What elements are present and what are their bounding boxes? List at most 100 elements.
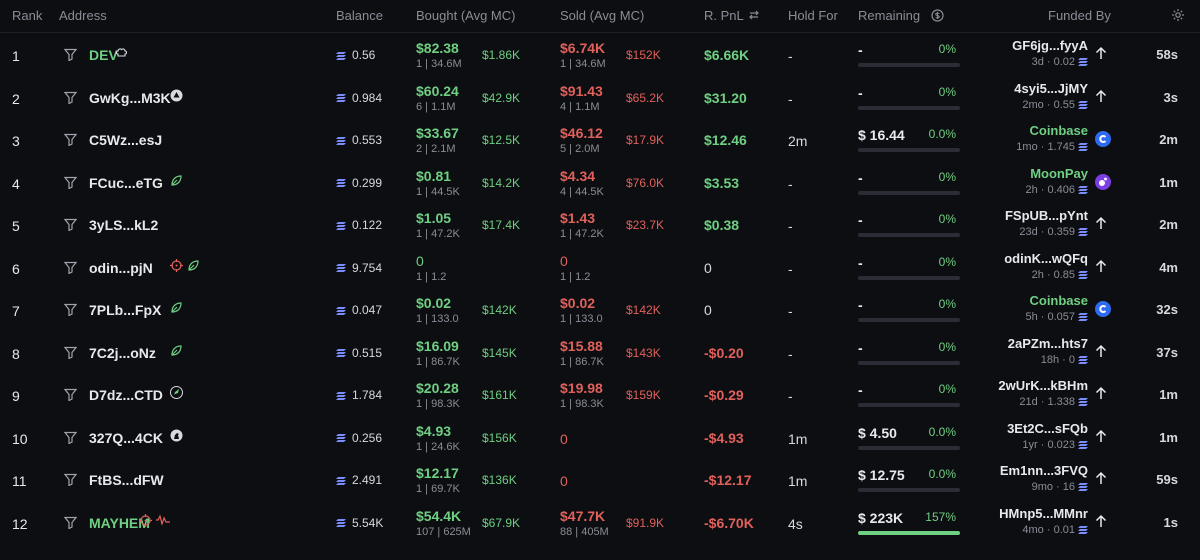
sold-amount: $19.98 xyxy=(560,380,603,396)
funded-by-source[interactable]: Em1nn...3FVQ xyxy=(1000,463,1088,478)
arrow-up-icon[interactable] xyxy=(1095,386,1111,402)
filter-icon[interactable] xyxy=(64,473,78,487)
remaining-percent: 0% xyxy=(938,84,956,99)
funded-by-source[interactable]: MoonPay xyxy=(1030,166,1088,181)
funded-by-source[interactable]: 4syi5...JjMY xyxy=(1014,81,1088,96)
table-row[interactable]: 3 C5Wz...esJ 0.553 $33.67 2 | 2.1M $12.5K $46.… xyxy=(0,119,1200,161)
header-sold[interactable]: Sold (Avg MC) xyxy=(560,8,644,23)
sold-avg-mc: $76.0K xyxy=(626,175,665,190)
balance: 9.754 xyxy=(336,261,382,275)
address-tags xyxy=(138,513,170,527)
table-row[interactable]: 5 3yLS...kL2 0.122 $1.05 1 | 47.2K $17.4K $1.4… xyxy=(0,204,1200,246)
arrow-up-icon[interactable] xyxy=(1095,46,1111,62)
arrow-up-icon[interactable] xyxy=(1095,89,1111,105)
header-rpnl[interactable]: R. PnL xyxy=(704,8,744,23)
solana-icon xyxy=(1078,56,1088,68)
wallet-address-link[interactable]: 327Q...4CK xyxy=(89,430,163,446)
filter-icon[interactable] xyxy=(64,303,78,317)
arrow-up-icon[interactable] xyxy=(1095,344,1111,360)
wallet-address-link[interactable]: 3yLS...kL2 xyxy=(89,217,158,233)
filter-icon[interactable] xyxy=(64,388,78,402)
coinbase-icon[interactable] xyxy=(1095,301,1111,317)
filter-icon[interactable] xyxy=(64,91,78,105)
realized-pnl: -$0.29 xyxy=(704,387,744,403)
filter-icon[interactable] xyxy=(64,261,78,275)
arrow-up-icon[interactable] xyxy=(1095,514,1111,530)
swap-arrows-icon[interactable] xyxy=(748,9,760,21)
filter-icon[interactable] xyxy=(64,133,78,147)
arrow-up-icon[interactable] xyxy=(1095,259,1111,275)
wallet-address-link[interactable]: FCuc...eTG xyxy=(89,175,163,191)
header-address[interactable]: Address xyxy=(59,8,107,23)
header-balance[interactable]: Balance xyxy=(336,8,383,23)
table-row[interactable]: 4 FCuc...eTG 0.299 $0.81 1 | 44.5K $14.2K $4.3… xyxy=(0,162,1200,204)
leaf-icon xyxy=(187,259,200,272)
table-row[interactable]: 12 MAYHEM 5.54K $54.4K 107 | 625M $67.9K $47.7… xyxy=(0,502,1200,544)
header-funded-by[interactable]: Funded By xyxy=(1048,8,1111,23)
table-row[interactable]: 2 GwKg...M3K 0.984 $60.24 6 | 1.1M $42.9K $91.… xyxy=(0,77,1200,119)
dollar-toggle-icon[interactable] xyxy=(931,9,944,22)
sold-txns: 1 | 1.2 xyxy=(560,270,591,283)
header-bought[interactable]: Bought (Avg MC) xyxy=(416,8,515,23)
filter-icon[interactable] xyxy=(64,516,78,530)
funded-by-source[interactable]: odinK...wQFq xyxy=(1004,251,1088,266)
funded-by-source[interactable]: Coinbase xyxy=(1029,123,1088,138)
address-tags xyxy=(170,386,183,399)
funded-by-source[interactable]: GF6jg...fyyA xyxy=(1012,38,1088,53)
header-hold-for[interactable]: Hold For xyxy=(788,8,838,23)
funded-by-source[interactable]: 3Et2C...sFQb xyxy=(1007,421,1088,436)
table-row[interactable]: 1 DEV 0.56 $82.38 1 | 34.6M $1.86K $6.74K 1 | 3… xyxy=(0,34,1200,76)
sold-txns: 88 | 405M xyxy=(560,525,609,538)
funded-by-source[interactable]: HMnp5...MMnr xyxy=(999,506,1088,521)
filter-icon[interactable] xyxy=(64,218,78,232)
sold-avg-mc: $65.2K xyxy=(626,90,665,105)
remaining-value: - xyxy=(858,382,863,398)
moonpay-icon[interactable] xyxy=(1095,173,1111,190)
funded-by-source[interactable]: FSpUB...pYnt xyxy=(1005,208,1088,223)
settings-gear-icon[interactable] xyxy=(1171,8,1185,22)
bought-amount: $12.17 xyxy=(416,465,459,481)
header-remaining[interactable]: Remaining xyxy=(858,8,920,23)
wallet-address-link[interactable]: odin...pjN xyxy=(89,260,153,276)
realized-pnl: -$0.20 xyxy=(704,344,744,361)
rank-value: 9 xyxy=(12,388,20,404)
realized-pnl: -$12.17 xyxy=(704,472,752,488)
realized-pnl: $6.66K xyxy=(704,47,750,63)
funded-by-source[interactable]: Coinbase xyxy=(1029,293,1088,308)
wallet-address-link[interactable]: GwKg...M3K xyxy=(89,90,171,106)
table-row[interactable]: 9 D7dz...CTD 1.784 $20.28 1 | 98.3K $161K $19.… xyxy=(0,374,1200,416)
balance-value: 9.754 xyxy=(352,260,383,275)
hold-duration: - xyxy=(788,260,793,277)
wallet-address-link[interactable]: FtBS...dFW xyxy=(89,472,164,488)
remaining-percent: 0% xyxy=(938,42,956,56)
table-row[interactable]: 7 7PLb...FpX 0.047 $0.02 1 | 133.0 $142K $0.02… xyxy=(0,289,1200,331)
funded-by-source[interactable]: 2aPZm...hts7 xyxy=(1008,336,1088,351)
wallet-address-link[interactable]: 7C2j...oNz xyxy=(89,345,156,361)
filter-icon[interactable] xyxy=(64,48,78,62)
solana-icon xyxy=(336,218,346,232)
table-row[interactable]: 10 327Q...4CK 0.256 $4.93 1 | 24.6K $156K 0 -$4… xyxy=(0,417,1200,459)
realized-pnl: $31.20 xyxy=(704,89,747,106)
arrow-up-icon[interactable] xyxy=(1095,471,1111,487)
filter-icon[interactable] xyxy=(64,346,78,360)
funded-by-details: 2h · 0.85 xyxy=(1032,269,1088,281)
wallet-address-link[interactable]: 7PLb...FpX xyxy=(89,302,161,318)
header-rank[interactable]: Rank xyxy=(12,8,42,23)
table-row[interactable]: 11 FtBS...dFW 2.491 $12.17 1 | 69.7K $136K 0 -$… xyxy=(0,459,1200,501)
filter-icon[interactable] xyxy=(64,176,78,190)
wallet-address-link[interactable]: C5Wz...esJ xyxy=(89,132,162,148)
coinbase-icon[interactable] xyxy=(1095,131,1111,147)
solana-icon xyxy=(336,176,346,190)
table-row[interactable]: 8 7C2j...oNz 0.515 $16.09 1 | 86.7K $145K $15.… xyxy=(0,332,1200,374)
funded-by-source[interactable]: 2wUrK...kBHm xyxy=(998,378,1088,393)
sold-amount: $47.7K xyxy=(560,507,606,524)
funded-age-amount: 9mo · 16 xyxy=(1031,481,1075,493)
filter-icon[interactable] xyxy=(64,431,78,445)
wallet-address-link[interactable]: D7dz...CTD xyxy=(89,387,163,403)
table-row[interactable]: 6 odin...pjN 9.754 0 1 | 1.2 0 1 | 1.2 0- -0% odi… xyxy=(0,247,1200,289)
remaining-value: - xyxy=(858,339,863,356)
remaining-value: - xyxy=(858,84,863,101)
wallet-address-link[interactable]: DEV xyxy=(89,47,118,63)
arrow-up-icon[interactable] xyxy=(1095,429,1111,445)
arrow-up-icon[interactable] xyxy=(1095,216,1111,232)
